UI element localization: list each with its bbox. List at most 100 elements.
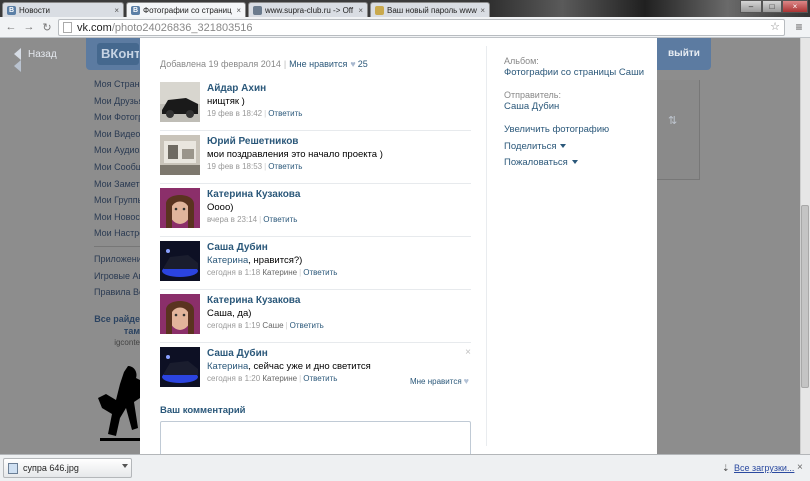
forward-arrow-icon[interactable]: →: [22, 20, 36, 34]
avatar[interactable]: [160, 241, 200, 281]
comment-text-body: , сейчас уже и дно светится: [248, 361, 371, 372]
back-label: Назад: [28, 49, 57, 60]
menu-item-groups[interactable]: Мои Группы: [94, 192, 140, 209]
page-icon: [63, 22, 72, 33]
comment-author[interactable]: Айдар Ахин: [207, 83, 471, 95]
mention-link[interactable]: Катерина: [207, 361, 248, 372]
menu-item-news[interactable]: Мои Новости: [94, 209, 140, 226]
comment-time[interactable]: вчера в 23:14: [207, 215, 257, 224]
vk-logo[interactable]: ВКонтакте: [97, 43, 139, 65]
comment-time[interactable]: сегодня в 1:18: [207, 268, 260, 277]
caret-down-icon: [571, 160, 578, 165]
photo-info: Добавлена 19 февраля 2014 | Мне нравится ♥ 2…: [160, 59, 368, 69]
report-dropdown[interactable]: Пожаловаться: [504, 157, 646, 169]
star-icon[interactable]: ☆: [770, 20, 780, 33]
reply-target[interactable]: Катерине: [262, 268, 297, 277]
comment-time[interactable]: сегодня в 1:19: [207, 321, 260, 330]
avatar[interactable]: [160, 188, 200, 228]
reply-link[interactable]: Ответить: [290, 321, 324, 330]
tab-label: Ваш новый пароль www.: [387, 5, 478, 15]
tab-mail[interactable]: Ваш новый пароль www. ×: [370, 2, 490, 17]
close-icon[interactable]: ×: [358, 6, 363, 15]
menu-item-videos[interactable]: Мои Видеозаписи: [94, 126, 140, 143]
album-link[interactable]: Фотографии со страницы Саши: [504, 67, 646, 79]
comment-textarea[interactable]: [160, 421, 471, 454]
close-icon[interactable]: ×: [236, 6, 241, 15]
comment-text: нищтяк ): [207, 96, 245, 107]
logout-link[interactable]: выйти: [668, 48, 700, 59]
comment-item: Саша Дубин Катерина, нравится?) сегодня …: [160, 237, 471, 290]
like-count[interactable]: 25: [358, 59, 368, 69]
tab-photos[interactable]: B Фотографии со страниц ×: [126, 2, 246, 17]
all-downloads-link[interactable]: Все загрузки...: [734, 463, 794, 473]
comment-like-button[interactable]: Мне нравится ♥: [410, 376, 471, 386]
address-bar[interactable]: vk.com/photo24026836_321803516 ☆: [58, 19, 785, 36]
close-icon[interactable]: ×: [480, 6, 485, 15]
comment-author[interactable]: Саша Дубин: [207, 348, 471, 360]
comment-item: Айдар Ахин нищтяк ) 19 фев в 18:42 | Ответ…: [160, 78, 471, 131]
menu-item-my-page[interactable]: Моя Страница: [94, 76, 140, 93]
menu-item-settings[interactable]: Мои Настройки: [94, 225, 140, 242]
photo-viewer: Добавлена 19 февраля 2014 | Мне нравится ♥ 2…: [140, 38, 657, 454]
menu-item-apps[interactable]: Приложения: [94, 251, 140, 268]
reply-link[interactable]: Ответить: [268, 109, 302, 118]
side-menu: Моя Страница Мои Друзья Мои Фотографии М…: [94, 76, 140, 301]
wrench-icon[interactable]: ≡: [792, 19, 806, 35]
separator: |: [259, 215, 262, 224]
reply-link[interactable]: Ответить: [303, 268, 337, 277]
sender-link[interactable]: Саша Дубин: [504, 101, 646, 113]
comment-author[interactable]: Катерина Кузакова: [207, 295, 471, 307]
reply-link[interactable]: Ответить: [268, 162, 302, 171]
download-item[interactable]: супра 646.jpg: [3, 458, 132, 478]
minimize-button[interactable]: –: [740, 0, 762, 13]
comment-time[interactable]: 19 фев в 18:42: [207, 109, 262, 118]
avatar[interactable]: [160, 294, 200, 334]
comment-time[interactable]: 19 фев в 18:53: [207, 162, 262, 171]
comment-item: Катерина Кузакова Оооо) вчера в 23:14 | От…: [160, 184, 471, 237]
back-arrow-icon[interactable]: ←: [4, 20, 18, 34]
menu-item-messages[interactable]: Мои Сообщения: [94, 159, 140, 176]
reply-link[interactable]: Ответить: [303, 374, 337, 383]
reply-target[interactable]: Катерине: [262, 374, 297, 383]
menu-item-rules[interactable]: Правила Во: [94, 284, 140, 301]
reply-target[interactable]: Саше: [262, 321, 283, 330]
separator: |: [299, 374, 302, 383]
mention-link[interactable]: Катерина: [207, 255, 248, 266]
delete-comment-icon[interactable]: ×: [465, 347, 471, 358]
share-dropdown[interactable]: Поделиться: [504, 141, 646, 153]
separator: |: [285, 321, 288, 330]
enlarge-photo-link[interactable]: Увеличить фотографию: [504, 124, 646, 136]
chevron-down-icon[interactable]: [122, 464, 128, 468]
close-window-button[interactable]: ×: [782, 0, 808, 13]
separator: |: [264, 162, 267, 171]
comment-meta: вчера в 23:14 | Ответить: [207, 214, 471, 226]
menu-item-notes[interactable]: Мои Заметки: [94, 176, 140, 193]
menu-item-photos[interactable]: Мои Фотографии: [94, 109, 140, 126]
like-button[interactable]: Мне нравится: [289, 59, 347, 69]
tab-label: Новости: [19, 5, 50, 15]
promo-block[interactable]: Все райде там igconte: [94, 313, 140, 349]
heart-icon: ♥: [463, 376, 469, 386]
download-icon: ⇣: [722, 463, 730, 473]
reply-link[interactable]: Ответить: [263, 215, 297, 224]
comment-author[interactable]: Юрий Решетников: [207, 136, 471, 148]
comment-item: Катерина Кузакова Саша, да) сегодня в 1:…: [160, 290, 471, 343]
vk-favicon-icon: B: [7, 5, 16, 15]
comment-author[interactable]: Саша Дубин: [207, 242, 471, 254]
menu-item-friends[interactable]: Мои Друзья: [94, 93, 140, 110]
menu-item-games[interactable]: Игровые Автоматы: [94, 268, 140, 285]
maximize-button[interactable]: □: [762, 0, 782, 13]
avatar[interactable]: [160, 347, 200, 387]
comment-author[interactable]: Катерина Кузакова: [207, 189, 471, 201]
avatar[interactable]: [160, 82, 200, 122]
tab-supra[interactable]: www.supra-club.ru -> Off ×: [248, 2, 368, 17]
tab-news[interactable]: B Новости ×: [2, 2, 124, 17]
avatar[interactable]: [160, 135, 200, 175]
scrollbar-thumb[interactable]: [801, 205, 809, 388]
heart-icon[interactable]: ♥: [350, 59, 355, 69]
close-icon[interactable]: ×: [797, 462, 803, 473]
close-icon[interactable]: ×: [114, 6, 119, 15]
menu-item-audio[interactable]: Мои Аудиозаписи: [94, 142, 140, 159]
comment-time[interactable]: сегодня в 1:20: [207, 374, 260, 383]
reload-icon[interactable]: ↻: [40, 20, 54, 34]
